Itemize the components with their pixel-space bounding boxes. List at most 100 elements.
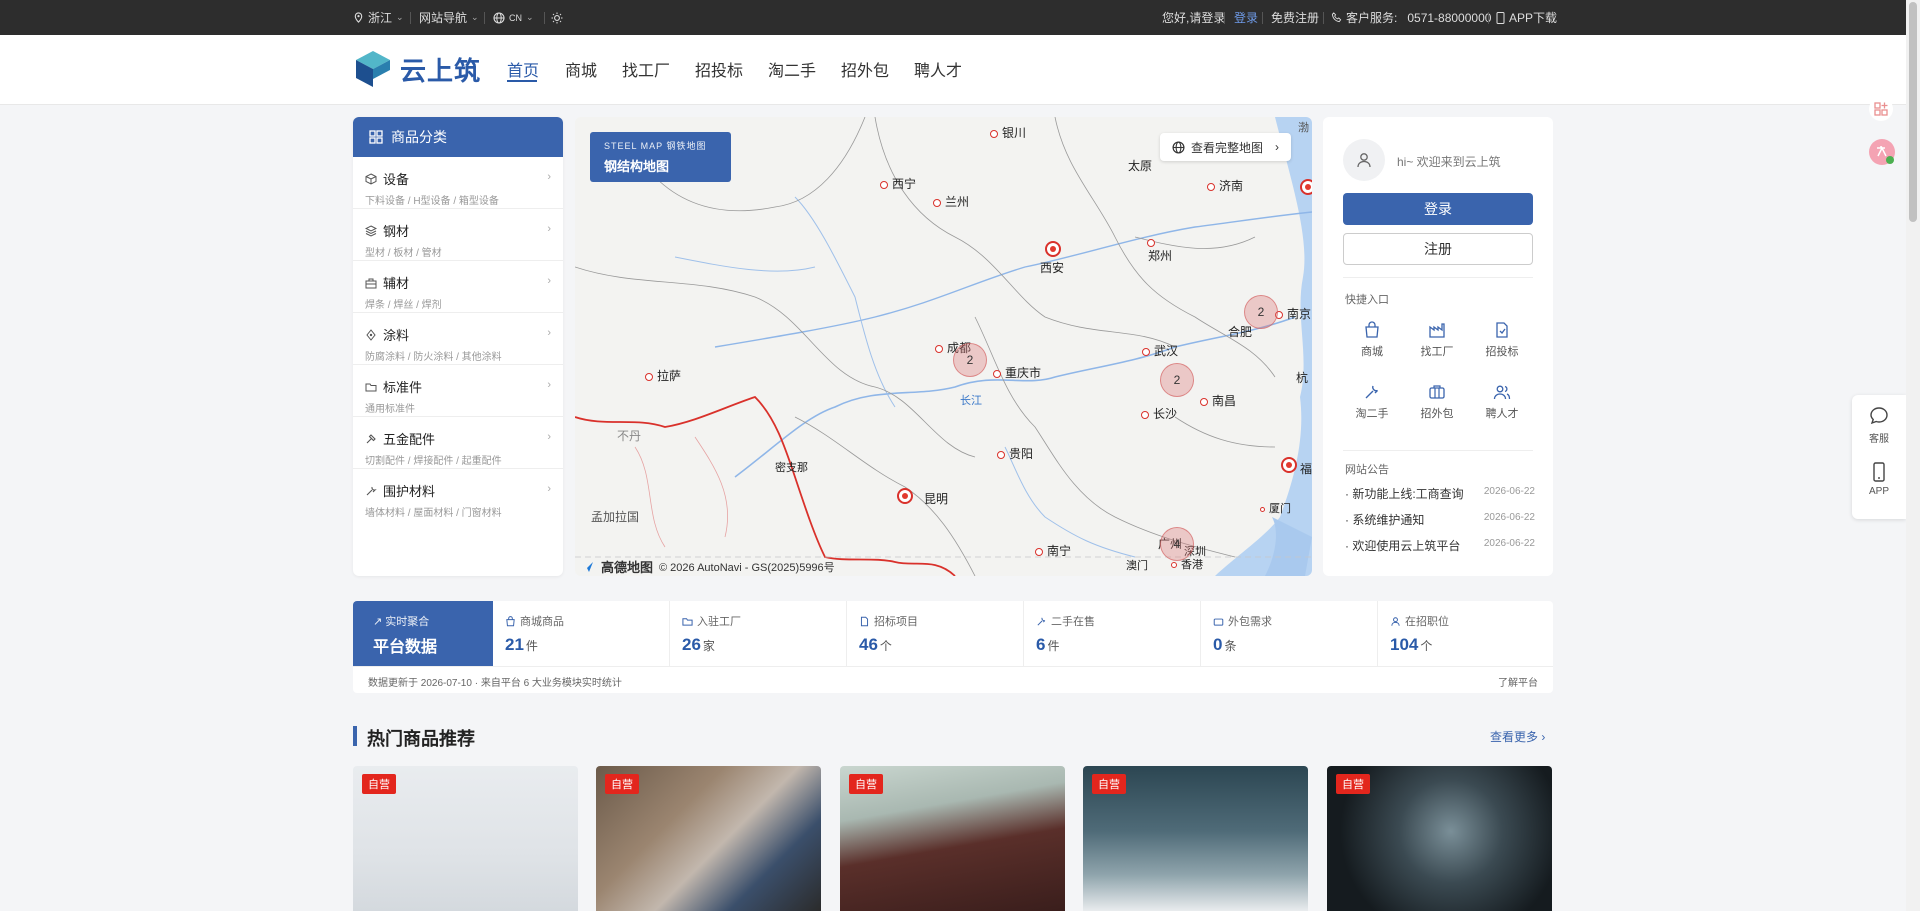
map-city[interactable]: 济南 (1207, 177, 1243, 194)
avatar[interactable] (1343, 139, 1385, 181)
map-city[interactable]: 厦门 (1260, 500, 1291, 516)
translate-icon[interactable] (1868, 138, 1896, 166)
map-highlight-marker[interactable] (1281, 457, 1297, 473)
map-city-label: 昆明 (924, 492, 949, 506)
map-city[interactable]: 兰州 (933, 193, 969, 210)
stat-jobs[interactable]: 在招职位 104 个 (1378, 601, 1555, 666)
stat-outsourcing[interactable]: 外包需求 0条 (1201, 601, 1378, 666)
map-city[interactable]: 拉萨 (645, 367, 681, 384)
notice-item[interactable]: · 系统维护通知 2026-06-22 (1345, 511, 1535, 528)
view-more-link[interactable]: 查看更多 › (1490, 728, 1545, 745)
nav-find-factory[interactable]: 找工厂 (622, 57, 670, 81)
product-card[interactable]: 自营 (1083, 766, 1308, 911)
product-card[interactable]: 自营 (353, 766, 578, 911)
map-highlight-marker[interactable] (1045, 241, 1061, 257)
map-city[interactable]: 密支那 (775, 459, 808, 475)
map-city[interactable]: 南昌 (1200, 392, 1236, 409)
category-item-steel[interactable]: 钢材 型材 / 板材 / 管材 › (353, 209, 563, 261)
view-full-map-button[interactable]: 查看完整地图 › (1160, 133, 1292, 161)
map-city[interactable]: 南宁 (1035, 542, 1071, 559)
page-scrollbar[interactable] (1906, 0, 1920, 911)
mobile-icon (1496, 11, 1505, 24)
stats-update-note: 数据更新于 2026-07-10 · 来自平台 6 大业务模块实时统计 (368, 678, 622, 689)
map-cluster-marker[interactable]: 2 (1160, 363, 1194, 397)
stat-second-hand[interactable]: 二手在售 6件 (1024, 601, 1201, 666)
register-button[interactable]: 注册 (1343, 233, 1533, 265)
quick-entry-factory[interactable]: 找工厂 (1407, 321, 1467, 359)
steel-structure-map[interactable]: STEEL MAP 钢铁地图 钢结构地图 查看完整地图 › 银川 太原 西宁 兰… (575, 117, 1312, 576)
category-item-coating[interactable]: 涂料 防腐涂料 / 防火涂料 / 其他涂料 › (353, 313, 563, 365)
map-city[interactable]: 长沙 (1141, 405, 1177, 422)
stat-value: 6 (1036, 635, 1046, 654)
scrollbar-thumb[interactable] (1909, 2, 1917, 222)
map-city[interactable]: 澳门 (1126, 557, 1148, 573)
category-item-auxiliary[interactable]: 辅材 焊条 / 焊丝 / 焊剂 › (353, 261, 563, 313)
theme-toggle[interactable] (551, 0, 563, 35)
customer-service[interactable]: 客户服务: 0571-88000000 (1331, 0, 1491, 35)
quick-entry-outsourcing[interactable]: 招外包 (1407, 383, 1467, 421)
map-city[interactable]: 郑州 (1148, 247, 1172, 264)
map-city[interactable]: 福 (1300, 460, 1312, 477)
map-city[interactable]: 杭 (1296, 369, 1308, 386)
quick-entry-second-hand[interactable]: 淘二手 (1342, 383, 1402, 421)
app-button[interactable]: APP (1852, 461, 1906, 497)
quick-entry-mall[interactable]: 商城 (1342, 321, 1402, 359)
bag-icon (506, 615, 515, 626)
map-highlight-marker[interactable] (1300, 179, 1312, 195)
logo-icon[interactable] (355, 50, 391, 88)
add-widget-icon[interactable] (1868, 96, 1894, 122)
product-card[interactable]: 自营 (840, 766, 1065, 911)
customer-service-button[interactable]: 客服 (1852, 405, 1906, 445)
learn-platform-link[interactable]: 了解平台 (1498, 674, 1538, 689)
users-icon (1493, 385, 1511, 400)
map-city[interactable]: 重庆市 (993, 364, 1041, 381)
notice-item[interactable]: · 欢迎使用云上筑平台 2026-06-22 (1345, 537, 1535, 554)
map-city[interactable]: 合肥 (1228, 323, 1252, 340)
nav-bidding[interactable]: 招投标 (695, 57, 743, 81)
quick-entry-bidding[interactable]: 招投标 (1472, 321, 1532, 359)
product-card[interactable]: 自营 (596, 766, 821, 911)
map-city-label: 澳门 (1126, 560, 1148, 572)
map-cluster-marker[interactable]: 4 (1160, 527, 1194, 561)
map-cluster-marker[interactable]: 2 (1244, 295, 1278, 329)
quick-entry-title: 快捷入口 (1345, 294, 1389, 306)
stat-bidding-projects[interactable]: 招标项目 46 个 (847, 601, 1024, 666)
user-icon (1357, 153, 1371, 168)
login-link[interactable]: 登录 (1234, 0, 1258, 35)
map-city[interactable]: 南京 (1275, 305, 1311, 322)
quick-entry-recruitment[interactable]: 聘人才 (1472, 383, 1532, 421)
map-city[interactable]: 西安 (1040, 259, 1064, 276)
map-highlight-marker[interactable] (897, 488, 913, 504)
map-city[interactable]: 银川 (990, 124, 1026, 141)
nav-recruitment[interactable]: 聘人才 (914, 57, 962, 81)
quick-entry-label: 找工厂 (1420, 346, 1454, 358)
divider (1323, 12, 1324, 24)
notice-item[interactable]: · 新功能上线:工商查询 2026-06-22 (1345, 485, 1535, 502)
map-city[interactable]: 西宁 (880, 175, 916, 192)
site-nav-dropdown[interactable]: 网站导航 ⌄ (419, 0, 479, 35)
nav-second-hand[interactable]: 淘二手 (768, 57, 816, 81)
login-button[interactable]: 登录 (1343, 193, 1533, 225)
nav-mall[interactable]: 商城 (565, 57, 597, 81)
divider (1343, 277, 1533, 278)
category-item-equipment[interactable]: 设备 下料设备 / H型设备 / 箱型设备 › (353, 157, 563, 209)
category-item-standard-parts[interactable]: 标准件 通用标准件 › (353, 365, 563, 417)
stat-factories[interactable]: 入驻工厂 26 家 (670, 601, 847, 666)
product-card[interactable]: 自营 (1327, 766, 1552, 911)
nav-home[interactable]: 首页 (507, 57, 539, 81)
nav-outsourcing[interactable]: 招外包 (841, 57, 889, 81)
stat-mall-products[interactable]: 商城商品 21 件 (493, 601, 670, 666)
location-selector[interactable]: 浙江 ⌄ (353, 0, 404, 35)
map-city[interactable]: 贵阳 (997, 445, 1033, 462)
map-city[interactable]: 昆明 (924, 490, 948, 507)
map-city[interactable]: 太原 (1128, 157, 1152, 174)
app-download-link[interactable]: APP下载 (1496, 0, 1557, 35)
self-operated-badge: 自营 (605, 774, 639, 794)
logo-text[interactable]: 云上筑 (400, 51, 481, 88)
category-item-enclosure[interactable]: 围护材料 墙体材料 / 屋面材料 / 门窗材料 › (353, 469, 563, 521)
register-link[interactable]: 免费注册 (1271, 0, 1319, 35)
map-city[interactable]: 武汉 (1142, 342, 1178, 359)
category-item-hardware[interactable]: 五金配件 切割配件 / 焊接配件 / 起重配件 › (353, 417, 563, 469)
map-cluster-marker[interactable]: 2 (953, 343, 987, 377)
language-selector[interactable]: CN ⌄ (493, 0, 534, 35)
